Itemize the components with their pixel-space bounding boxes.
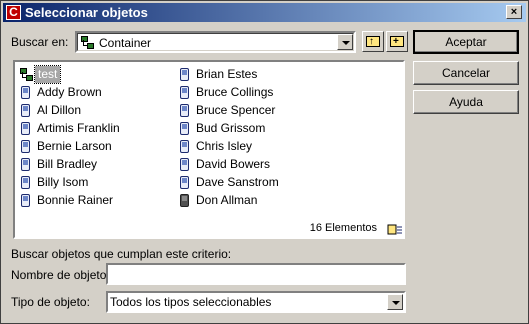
phone-icon	[180, 158, 189, 171]
criteria-heading: Buscar objetos que cumplan este criterio…	[11, 247, 232, 261]
phone-icon	[180, 140, 189, 153]
chevron-down-icon[interactable]	[337, 34, 353, 50]
search-in-value: Container	[99, 36, 152, 50]
phone-icon	[21, 194, 30, 207]
close-icon[interactable]: ×	[506, 5, 522, 19]
search-in-combo[interactable]: Container	[75, 31, 356, 53]
folder-browse-icon: +	[390, 36, 404, 47]
select-objects-dialog: C Seleccionar objetos × Buscar en: Conta…	[0, 0, 529, 324]
list-item-label: Billy Isom	[37, 175, 89, 189]
object-name-input[interactable]	[106, 263, 406, 285]
list-item-label: David Bowers	[196, 157, 271, 171]
title-bar: C Seleccionar objetos ×	[3, 3, 526, 22]
search-in-label: Buscar en:	[11, 35, 69, 49]
tree-icon	[20, 68, 34, 81]
list-item-label: Al Dillon	[37, 103, 82, 117]
phone-icon	[21, 140, 30, 153]
object-type-select[interactable]: Todos los tipos seleccionables	[106, 291, 406, 313]
folder-up-icon: ↑	[366, 36, 380, 47]
phone-icon	[180, 68, 189, 81]
object-name-label: Nombre de objeto:	[11, 268, 110, 282]
phone-icon	[21, 176, 30, 189]
phone-icon	[21, 104, 30, 117]
list-options-icon[interactable]	[387, 223, 403, 236]
phone-icon	[180, 86, 189, 99]
phone-icon	[21, 122, 30, 135]
list-item-label: test	[33, 65, 62, 84]
list-item-label: Dave Sanstrom	[196, 175, 279, 189]
list-item-label: Bruce Spencer	[196, 103, 276, 117]
list-item-label: Bernie Larson	[37, 139, 112, 153]
object-type-value: Todos los tipos seleccionables	[110, 295, 272, 309]
list-item-label: Bruce Collings	[196, 85, 274, 99]
object-type-label: Tipo de objeto:	[11, 295, 90, 309]
objects-listbox[interactable]: test Addy Brown Al Dillon Artimis Franklin B…	[13, 60, 405, 239]
item-count-text: 16 Elementos	[309, 222, 377, 234]
up-level-button[interactable]: ↑	[362, 31, 384, 52]
container-tree-icon	[81, 36, 95, 49]
browse-folder-button[interactable]: +	[386, 31, 408, 52]
chevron-down-icon[interactable]	[387, 294, 403, 310]
list-item-label: Bonnie Rainer	[37, 193, 114, 207]
dialog-title: Seleccionar objetos	[25, 5, 148, 20]
list-item-label: Don Allman	[196, 193, 258, 207]
cancel-button[interactable]: Cancelar	[413, 61, 519, 85]
list-item-label: Brian Estes	[196, 67, 258, 81]
help-button[interactable]: Ayuda	[413, 90, 519, 114]
app-icon: C	[6, 5, 21, 20]
list-item-label: Addy Brown	[37, 85, 102, 99]
list-item-label: Bill Bradley	[37, 157, 98, 171]
phone-icon	[180, 122, 189, 135]
list-item-label: Artimis Franklin	[37, 121, 120, 135]
phone-icon	[21, 86, 30, 99]
phone-icon	[180, 104, 189, 117]
list-item-label: Bud Grissom	[196, 121, 266, 135]
list-item-label: Chris Isley	[196, 139, 253, 153]
accept-button[interactable]: Aceptar	[413, 30, 519, 54]
phone-icon	[180, 176, 189, 189]
phone-icon	[21, 158, 30, 171]
phone-dark-icon	[180, 194, 189, 207]
